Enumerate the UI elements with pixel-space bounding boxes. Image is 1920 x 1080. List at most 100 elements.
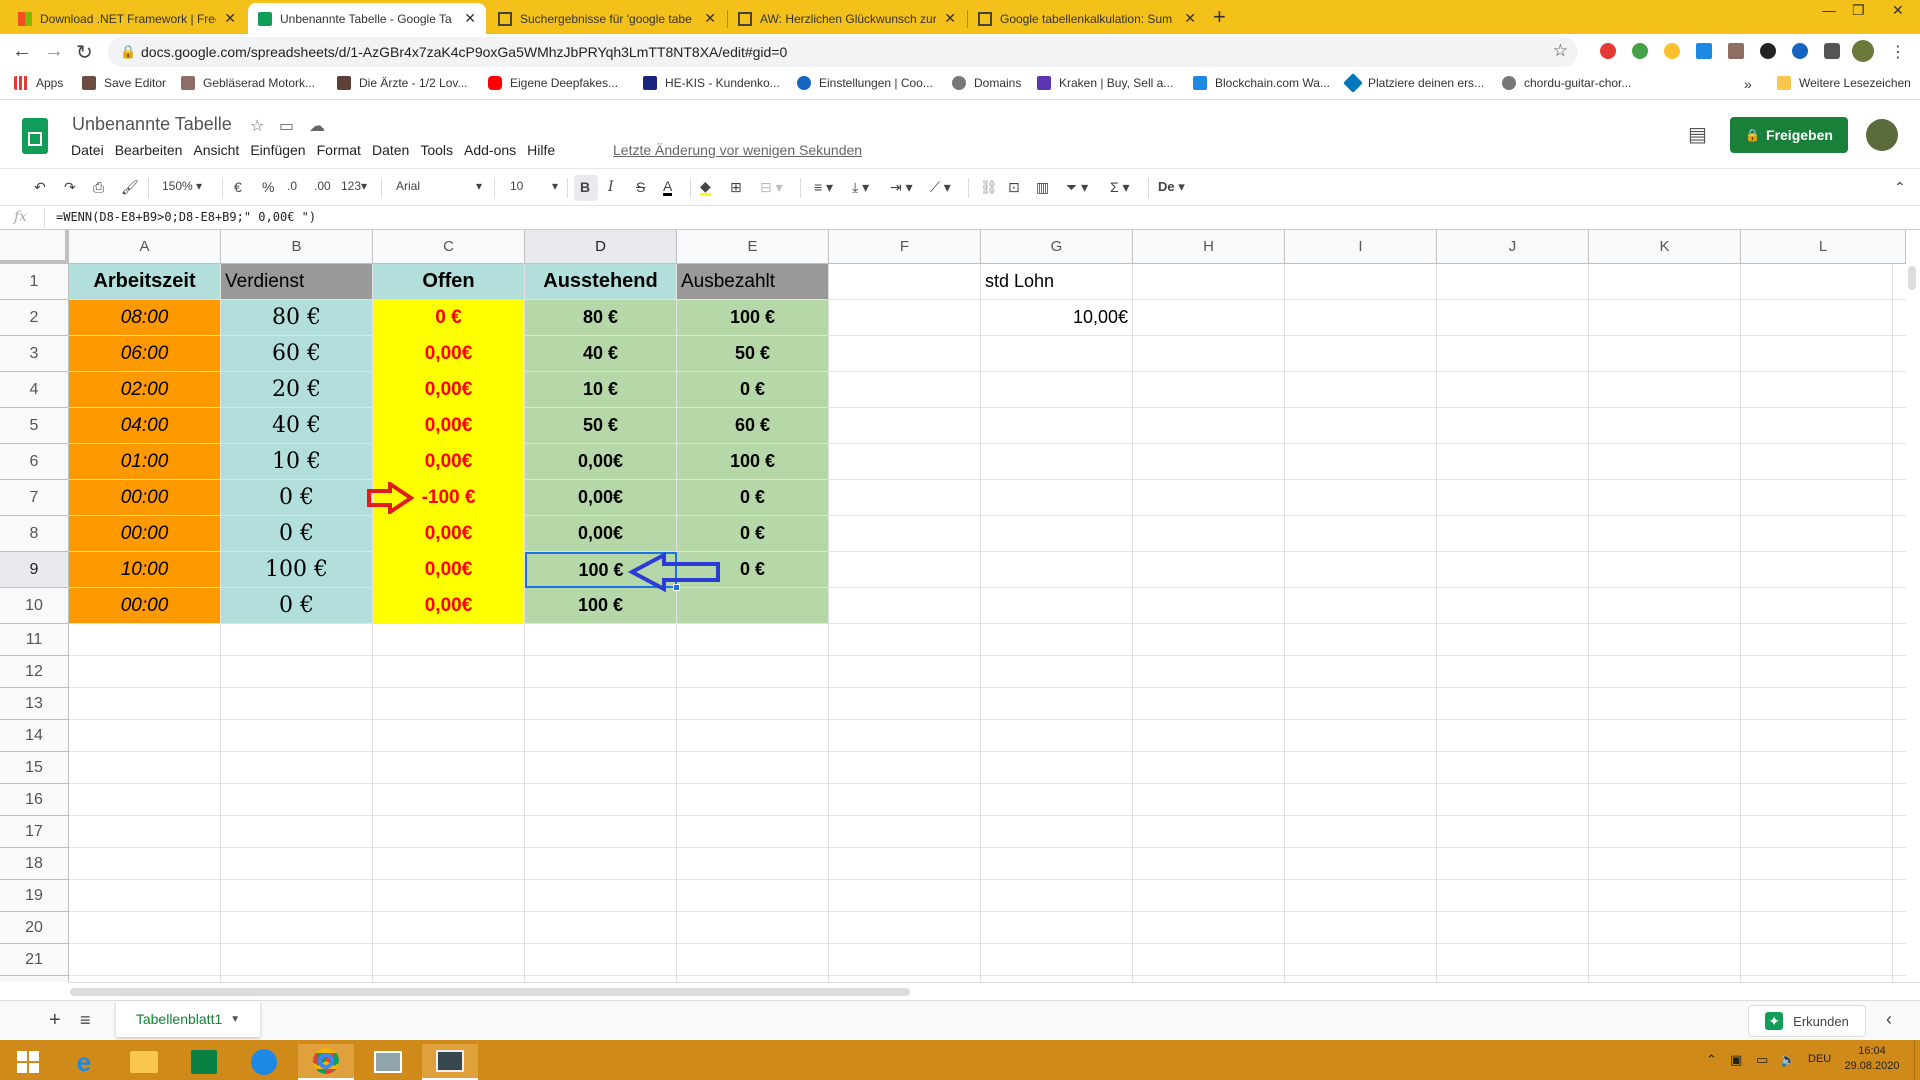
redo-icon[interactable]: ↷	[64, 179, 76, 196]
column-header-a[interactable]: A	[69, 230, 221, 264]
cell-e8[interactable]: 0 €	[677, 516, 829, 552]
column-header-l[interactable]: L	[1741, 230, 1906, 264]
close-icon[interactable]: ✕	[1184, 10, 1196, 27]
bookmark-item[interactable]: Einstellungen | Coo...	[797, 76, 933, 90]
bookmark-item[interactable]: chordu-guitar-chor...	[1502, 76, 1631, 90]
font-select[interactable]: Arial ▾	[396, 179, 486, 193]
add-sheet-button[interactable]: +	[49, 1009, 61, 1032]
cell-c8[interactable]: 0,00€	[373, 516, 525, 552]
edge-icon[interactable]	[236, 1044, 292, 1080]
network-icon[interactable]: ▣	[1730, 1052, 1742, 1068]
back-arrow-icon[interactable]: ←	[12, 40, 32, 63]
all-sheets-menu-icon[interactable]: ≡	[80, 1010, 91, 1031]
select-all-corner[interactable]	[0, 230, 69, 264]
print-icon[interactable]: ⎙	[93, 179, 104, 196]
store-icon[interactable]	[176, 1044, 232, 1080]
windows-start-icon[interactable]	[0, 1044, 56, 1080]
bookmark-item[interactable]: HE-KIS - Kundenko...	[643, 76, 780, 90]
show-desktop-button[interactable]	[1914, 1040, 1920, 1080]
cell-c4[interactable]: 0,00€	[373, 372, 525, 408]
horizontal-align-icon[interactable]: ≡ ▾	[814, 179, 833, 196]
column-header-h[interactable]: H	[1133, 230, 1285, 264]
close-icon[interactable]: ✕	[464, 10, 476, 27]
cell-d8[interactable]: 0,00€	[525, 516, 677, 552]
cell-a3[interactable]: 06:00	[69, 336, 221, 372]
scrollbar-thumb[interactable]	[70, 988, 910, 996]
undo-icon[interactable]: ↶	[34, 179, 46, 196]
chevron-down-icon[interactable]: ▼	[230, 1014, 240, 1025]
photos-app-icon[interactable]	[360, 1044, 416, 1080]
currency-format-button[interactable]: €	[234, 179, 242, 195]
input-language[interactable]: DEU	[1808, 1053, 1831, 1065]
file-explorer-icon[interactable]	[116, 1044, 172, 1080]
row-header[interactable]: 17	[0, 816, 69, 848]
cell-c5[interactable]: 0,00€	[373, 408, 525, 444]
forward-arrow-icon[interactable]: →	[44, 40, 64, 63]
cell-a7[interactable]: 00:00	[69, 480, 221, 516]
cell-d7[interactable]: 0,00€	[525, 480, 677, 516]
text-wrap-icon[interactable]: ⇥ ▾	[890, 179, 913, 196]
sheets-logo-icon[interactable]	[22, 118, 48, 154]
cell-g2[interactable]: 10,00€	[981, 300, 1133, 336]
row-header[interactable]: 11	[0, 624, 69, 656]
row-header[interactable]: 13	[0, 688, 69, 720]
bookmark-item[interactable]: Die Ärzte - 1/2 Lov...	[337, 76, 468, 90]
bookmark-star-icon[interactable]: ☆	[1553, 41, 1568, 61]
row-header[interactable]: 16	[0, 784, 69, 816]
cell-d3[interactable]: 40 €	[525, 336, 677, 372]
cell-b4[interactable]: 20 €	[221, 372, 373, 408]
italic-button[interactable]: I	[608, 179, 614, 195]
row-header[interactable]: 19	[0, 880, 69, 912]
filter-icon[interactable]: ⏷ ▾	[1066, 179, 1088, 196]
browser-tab-active[interactable]: Unbenannte Tabelle - Google Ta ✕	[248, 3, 486, 34]
cell-e5[interactable]: 60 €	[677, 408, 829, 444]
cell-d2[interactable]: 80 €	[525, 300, 677, 336]
bookmark-item[interactable]: Apps	[14, 76, 63, 90]
row-header[interactable]: 2	[0, 300, 69, 336]
side-panel-toggle-icon[interactable]: ‹	[1886, 1009, 1892, 1030]
cell-e7[interactable]: 0 €	[677, 480, 829, 516]
new-tab-button[interactable]: +	[1213, 4, 1226, 30]
text-color-button[interactable]: A	[663, 179, 673, 196]
cell-a5[interactable]: 04:00	[69, 408, 221, 444]
spreadsheet-grid[interactable]: A B C D E F G H I J K L 1 2 3 4 5 6 7 8 …	[0, 230, 1920, 982]
row-header[interactable]: 8	[0, 516, 69, 552]
paint-format-icon[interactable]: 🖌	[121, 179, 139, 196]
column-header-j[interactable]: J	[1437, 230, 1589, 264]
reload-icon[interactable]: ↻	[76, 40, 93, 65]
cell-d5[interactable]: 50 €	[525, 408, 677, 444]
row-header[interactable]: 3	[0, 336, 69, 372]
volume-muted-icon[interactable]: 🔈	[1780, 1052, 1796, 1068]
system-clock[interactable]: 16:04 29.08.2020	[1842, 1044, 1902, 1074]
insert-link-icon[interactable]: ⛓	[980, 179, 998, 196]
cell-c2[interactable]: 0 €	[373, 300, 525, 336]
row-header[interactable]: 9	[0, 552, 69, 588]
row-header[interactable]: 15	[0, 752, 69, 784]
extension-icon[interactable]	[1664, 43, 1680, 59]
sheet-tab[interactable]: Tabellenblatt1 ▼	[116, 1001, 260, 1037]
cell-b10[interactable]: 0 €	[221, 588, 373, 624]
menu-data[interactable]: Daten	[372, 142, 409, 158]
strikethrough-button[interactable]: S	[636, 179, 645, 195]
cell-c10[interactable]: 0,00€	[373, 588, 525, 624]
functions-button[interactable]: Σ ▾	[1110, 179, 1130, 196]
horizontal-scrollbar[interactable]	[69, 982, 1920, 1000]
bookmark-item[interactable]: Domains	[952, 76, 1021, 90]
menu-insert[interactable]: Einfügen	[250, 142, 305, 158]
cell-a2[interactable]: 08:00	[69, 300, 221, 336]
bookmark-item[interactable]: Blockchain.com Wa...	[1193, 76, 1330, 90]
insert-chart-icon[interactable]: ▥	[1036, 179, 1049, 196]
row-header[interactable]: 1	[0, 264, 69, 300]
cell-g1[interactable]: std Lohn	[981, 264, 1133, 300]
internet-explorer-icon[interactable]: e	[56, 1044, 112, 1080]
chrome-icon[interactable]	[298, 1044, 354, 1080]
merge-cells-icon[interactable]: ⊟ ▾	[760, 179, 783, 196]
cell-e2[interactable]: 100 €	[677, 300, 829, 336]
bookmark-item[interactable]: Platziere deinen ers...	[1343, 73, 1484, 93]
cell-d4[interactable]: 10 €	[525, 372, 677, 408]
cell-a4[interactable]: 02:00	[69, 372, 221, 408]
cell-b2[interactable]: 80 €	[221, 300, 373, 336]
remote-desktop-icon[interactable]	[422, 1044, 478, 1080]
cell-e4[interactable]: 0 €	[677, 372, 829, 408]
cell-e6[interactable]: 100 €	[677, 444, 829, 480]
